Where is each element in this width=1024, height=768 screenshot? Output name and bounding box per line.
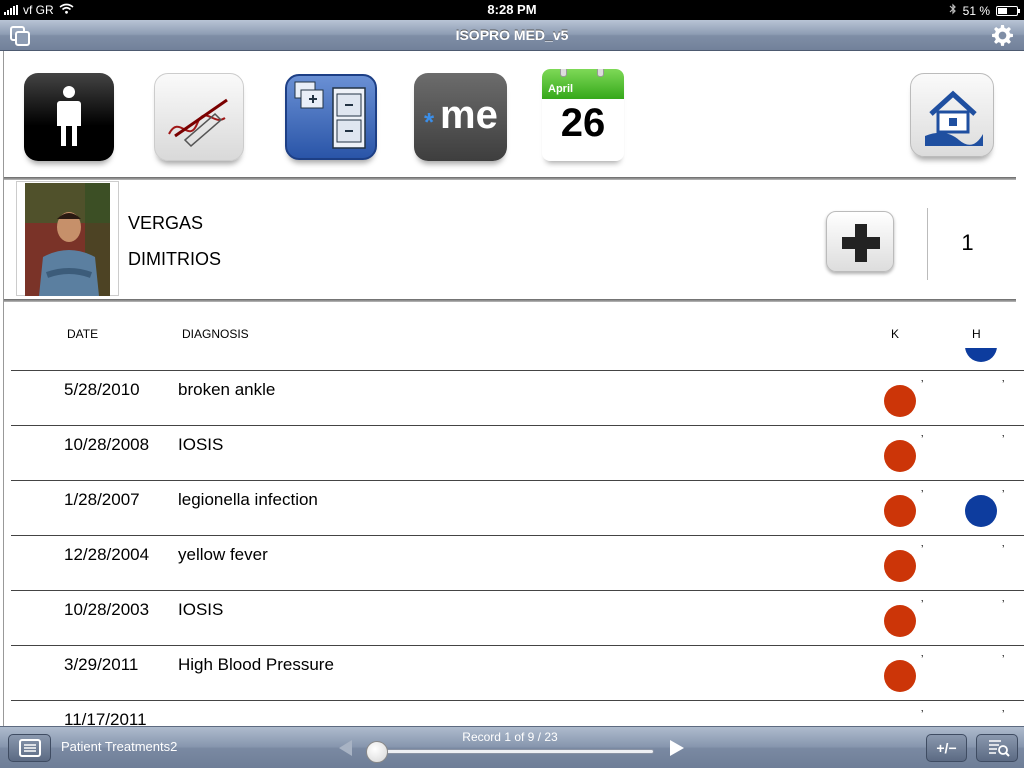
row-marker: ʼ	[1002, 654, 1005, 666]
list-icon	[19, 739, 41, 757]
row-diagnosis: yellow fever	[178, 545, 268, 564]
table-row[interactable]: 1/28/2007 legionella infection ʼ ʼ	[11, 480, 1024, 535]
divider	[4, 177, 1016, 180]
add-delete-record-button[interactable]: +/−	[926, 734, 967, 762]
previous-record-button[interactable]	[339, 740, 352, 756]
find-button[interactable]	[976, 734, 1018, 762]
table-row[interactable]: 5/28/2010 broken ankle ʼ ʼ	[11, 370, 1024, 425]
row-marker: ʼ	[921, 434, 924, 446]
search-list-icon	[989, 740, 1010, 757]
add-record-button[interactable]	[826, 211, 894, 272]
bluetooth-icon	[949, 3, 957, 18]
signature-icon[interactable]	[154, 73, 244, 161]
k-indicator-dot	[884, 440, 916, 472]
row-marker: ʼ	[1002, 544, 1005, 556]
person-icon[interactable]	[24, 73, 114, 161]
avatar	[25, 183, 110, 296]
navigation-bar: ISOPRO MED_v5	[0, 20, 1024, 51]
next-record-button[interactable]	[670, 740, 684, 756]
module-toolbar: * me April 26	[0, 51, 1024, 177]
row-date: 12/28/2004	[64, 545, 150, 564]
k-indicator-dot	[884, 385, 916, 417]
battery-icon	[996, 5, 1020, 16]
row-marker: ʼ	[921, 654, 924, 666]
column-header-diagnosis: DIAGNOSIS	[182, 327, 249, 341]
gear-icon[interactable]	[991, 24, 1014, 47]
row-date: 1/28/2007	[64, 490, 140, 509]
plus-icon	[842, 224, 880, 262]
treatments-list[interactable]: 5/28/2010 broken ankle ʼ ʼ 10/28/2008 IOSIS ʼ ʼ…	[11, 348, 1024, 726]
clock: 8:28 PM	[487, 2, 537, 17]
row-marker: ʼ	[921, 599, 924, 611]
vertical-separator	[927, 208, 928, 280]
row-diagnosis: IOSIS	[178, 600, 224, 619]
table-row[interactable]: 12/28/2004 yellow fever ʼ ʼ	[11, 535, 1024, 590]
row-marker: ʼ	[921, 379, 924, 391]
me-asterisk: *	[424, 107, 435, 137]
row-marker: ʼ	[1002, 489, 1005, 501]
row-marker: ʼ	[921, 709, 924, 721]
table-header: DATE DIAGNOSIS K H	[0, 322, 1024, 350]
k-indicator-dot	[884, 550, 916, 582]
calendar-day: 26	[560, 101, 606, 145]
bottom-toolbar: Patient Treatments2 Record 1 of 9 / 23 +…	[0, 726, 1024, 768]
row-diagnosis: broken ankle	[178, 380, 276, 399]
column-header-k: K	[891, 327, 900, 341]
row-date: 10/28/2003	[64, 600, 150, 619]
app-window: vf GR 8:28 PM 51 % ISOPRO MED_v5 * me Ap…	[0, 0, 1024, 768]
record-slider-thumb[interactable]	[366, 741, 388, 763]
table-row[interactable]: 10/28/2008 IOSIS ʼ ʼ	[11, 425, 1024, 480]
table-row[interactable]: 10/28/2003 IOSIS ʼ ʼ	[11, 590, 1024, 645]
battery-fill	[998, 7, 1007, 14]
k-indicator-dot	[884, 495, 916, 527]
row-marker: ʼ	[921, 544, 924, 556]
row-marker: ʼ	[1002, 709, 1005, 721]
h-indicator-dot	[965, 495, 997, 527]
record-count: 1	[961, 230, 974, 255]
layouts-button[interactable]	[8, 734, 51, 762]
calendar-ring-left	[560, 69, 567, 77]
row-diagnosis: legionella infection	[178, 490, 318, 509]
k-indicator-dot	[884, 660, 916, 692]
app-title: ISOPRO MED_v5	[455, 27, 569, 43]
k-indicator-dot	[884, 605, 916, 637]
row-date: 5/28/2010	[64, 380, 140, 399]
me-icon[interactable]: * me	[414, 73, 507, 161]
row-date: 10/28/2008	[64, 435, 150, 454]
row-date: 11/17/2011	[64, 710, 147, 726]
divider	[4, 299, 1016, 302]
row-date: 3/29/2011	[64, 655, 139, 674]
layout-name: Patient Treatments2	[61, 739, 178, 754]
row-marker: ʼ	[1002, 599, 1005, 611]
row-marker: ʼ	[1002, 379, 1005, 391]
me-label: me	[440, 93, 498, 137]
patient-surname: VERGAS	[128, 213, 204, 233]
battery-percent: 51 %	[962, 3, 990, 18]
patient-photo[interactable]	[16, 181, 119, 296]
table-row[interactable]: 3/29/2011 High Blood Pressure ʼ ʼ	[11, 645, 1024, 700]
calendar-ring-right	[597, 69, 604, 77]
h-indicator-dot	[965, 348, 997, 362]
patient-first-name: DIMITRIOS	[128, 249, 221, 269]
row-diagnosis: IOSIS	[178, 435, 224, 454]
calendar-month: April	[548, 83, 574, 95]
record-indicator: Record 1 of 9 / 23	[462, 730, 558, 744]
status-bar: vf GR 8:28 PM 51 %	[0, 0, 1024, 20]
home-icon[interactable]	[910, 73, 994, 157]
calendar-icon[interactable]: April 26	[542, 69, 624, 161]
row-marker: ʼ	[1002, 434, 1005, 446]
column-header-date: DATE	[67, 327, 99, 341]
record-slider[interactable]	[371, 749, 654, 754]
row-marker: ʼ	[921, 489, 924, 501]
file-cabinet-icon[interactable]	[285, 74, 377, 160]
table-row[interactable]: 11/17/2011 ʼ ʼ	[11, 700, 1024, 726]
column-header-h: H	[972, 327, 981, 341]
row-diagnosis: High Blood Pressure	[178, 655, 334, 674]
